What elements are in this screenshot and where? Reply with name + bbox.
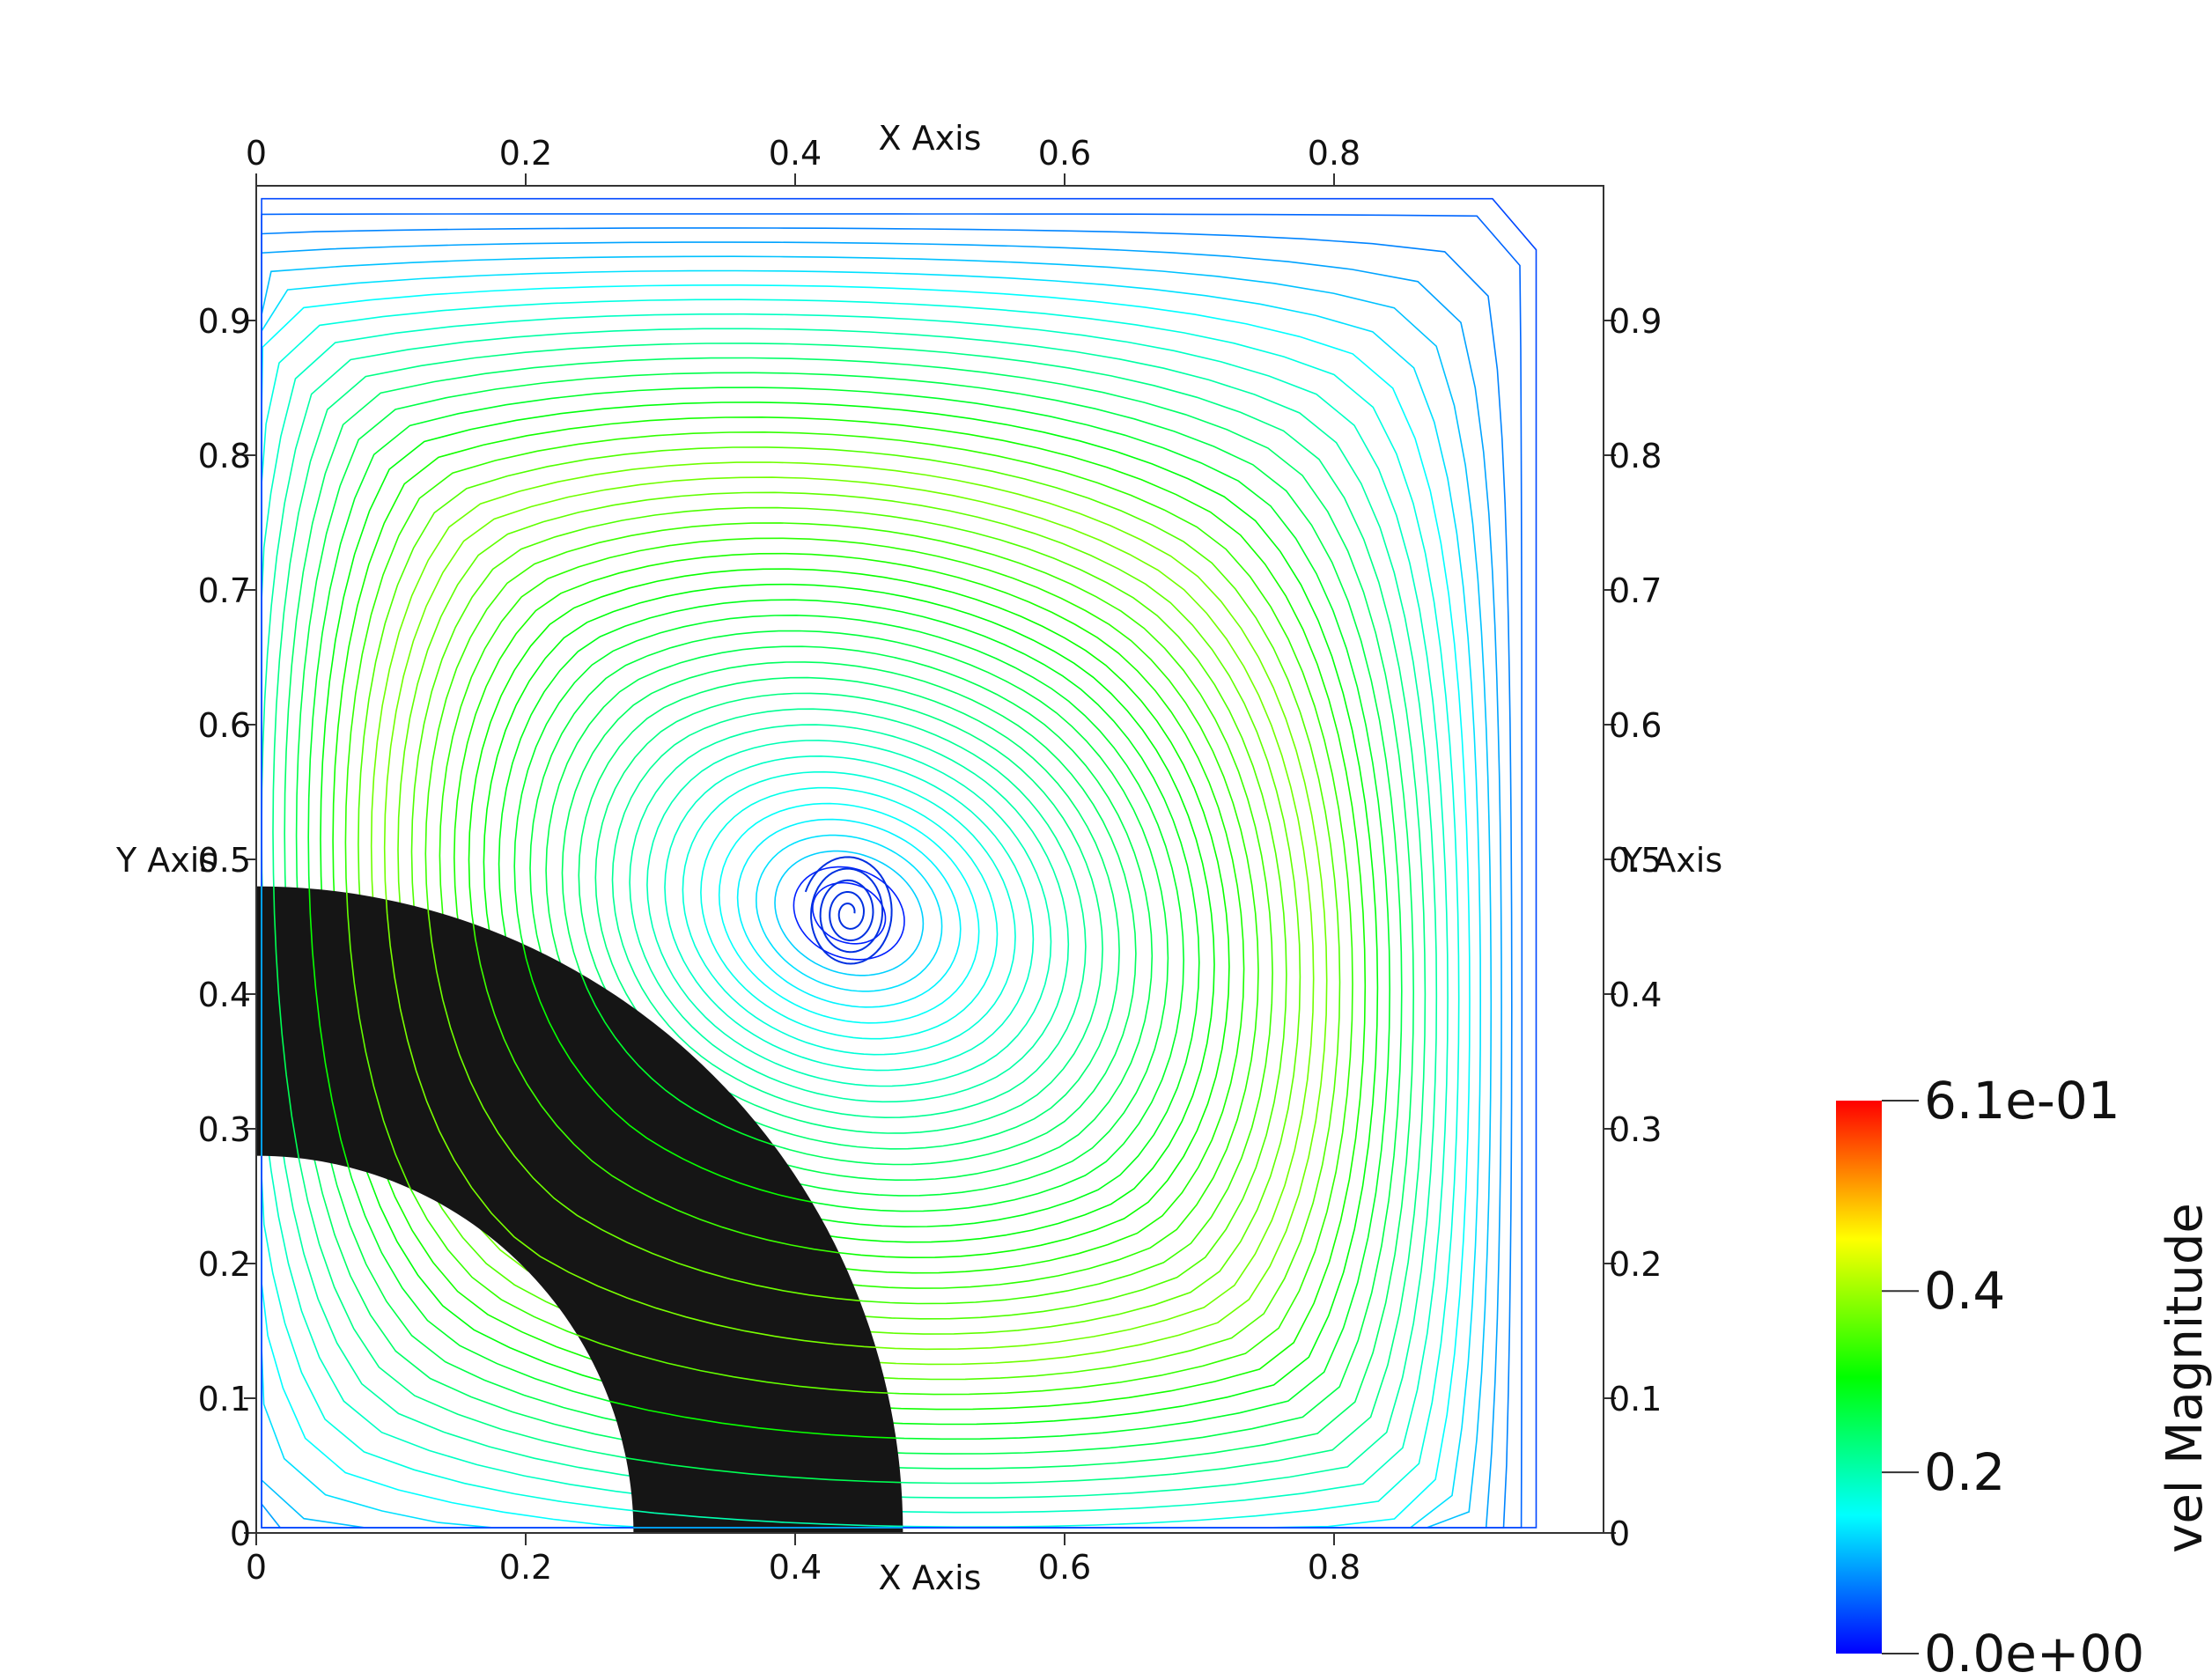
streamline xyxy=(262,214,1522,1528)
y-right-tick-label: 0.9 xyxy=(1609,302,1662,341)
x-axis-title-bottom: X Axis xyxy=(879,1558,982,1597)
x-top-tick-label: 0.8 xyxy=(1308,134,1360,173)
y-left-tick-label: 0.1 xyxy=(198,1380,251,1418)
x-bottom-tick-label: 0.2 xyxy=(499,1548,552,1587)
streamline xyxy=(647,741,1051,1087)
y-axis-left: 00.10.20.30.40.50.60.70.80.9 xyxy=(198,302,256,1553)
x-axis-top: 0 0.2 0.4 0.6 0.8 xyxy=(246,134,1360,186)
x-axis-title-top: X Axis xyxy=(879,119,982,158)
streamline-overlay xyxy=(665,756,1033,1071)
y-right-tick-label: 0.4 xyxy=(1609,976,1662,1014)
plot-frame xyxy=(256,186,1604,1533)
y-right-tick-label: 0 xyxy=(1609,1514,1630,1553)
streamline-overlay xyxy=(262,214,1522,1528)
streamline xyxy=(665,756,1033,1071)
x-bottom-tick-label: 0.4 xyxy=(769,1548,822,1587)
x-bottom-tick-label: 0.8 xyxy=(1308,1548,1360,1587)
x-bottom-tick-label: 0.6 xyxy=(1038,1548,1091,1587)
y-left-tick-label: 0.7 xyxy=(198,571,251,610)
y-right-tick-label: 0.2 xyxy=(1609,1245,1662,1284)
streamline xyxy=(701,788,998,1039)
x-axis-bottom: 0 0.2 0.4 0.6 0.8 xyxy=(246,1533,1360,1587)
streamline-overlay xyxy=(775,851,923,976)
colorbar-tick-label: 6.1e-01 xyxy=(1924,1071,2120,1131)
colorbar-ticks: 6.1e-01 0.4 0.2 0.0e+00 xyxy=(1882,1071,2144,1680)
streamlines xyxy=(262,199,1536,1528)
y-right-tick-label: 0.8 xyxy=(1609,437,1662,475)
streamline xyxy=(775,851,923,976)
streamline xyxy=(333,417,1365,1410)
y-axis-title-right: Y Axis xyxy=(1621,841,1722,880)
y-left-tick-label: 0.6 xyxy=(198,706,251,745)
obstacle-quarter-annulus xyxy=(256,887,903,1533)
streamline xyxy=(321,402,1377,1425)
y-left-tick-label: 0.4 xyxy=(198,976,251,1014)
colorbar-title: vel Magnitude xyxy=(2157,1203,2212,1553)
x-top-tick-label: 0 xyxy=(246,134,267,173)
y-left-tick-label: 0.8 xyxy=(198,437,251,475)
streamline-overlay xyxy=(345,432,1353,1395)
y-right-tick-label: 0.6 xyxy=(1609,706,1662,745)
streamline xyxy=(738,820,961,1007)
y-right-tick-label: 0.7 xyxy=(1609,571,1662,610)
streamline xyxy=(630,725,1068,1102)
colorbar-tick-label: 0.0e+00 xyxy=(1924,1624,2144,1680)
colorbar-tick-label: 0.4 xyxy=(1924,1261,2005,1321)
streamline xyxy=(262,256,1491,1528)
streamline xyxy=(262,199,1536,1528)
streamline xyxy=(345,432,1353,1395)
y-axis-right: 00.10.20.30.40.50.60.70.80.9 xyxy=(1604,302,1662,1553)
y-right-tick-label: 0.3 xyxy=(1609,1110,1662,1149)
y-axis-title-left: Y Axis xyxy=(115,841,217,880)
y-right-tick-label: 0.1 xyxy=(1609,1380,1662,1418)
y-left-tick-label: 0.9 xyxy=(198,302,251,341)
streamlines-over-obstacle xyxy=(262,214,1522,1528)
x-top-tick-label: 0.4 xyxy=(769,134,822,173)
y-left-tick-label: 0 xyxy=(230,1514,251,1553)
streamline xyxy=(682,772,1015,1055)
x-top-tick-label: 0.2 xyxy=(499,134,552,173)
x-bottom-tick-label: 0 xyxy=(246,1548,267,1587)
colorbar-tick-label: 0.2 xyxy=(1924,1442,2005,1502)
streamline xyxy=(756,836,942,991)
y-left-tick-label: 0.2 xyxy=(198,1245,251,1284)
x-top-tick-label: 0.6 xyxy=(1038,134,1091,173)
visualization-canvas: 0 0.2 0.4 0.6 0.8 0 0.2 0.4 0.6 0.8 0 0.1 0.2 0.3 0.… xyxy=(0,0,2212,1680)
colorbar xyxy=(1836,1101,1882,1654)
y-left-tick-label: 0.3 xyxy=(198,1110,251,1149)
streamline-overlay xyxy=(262,256,1491,1528)
